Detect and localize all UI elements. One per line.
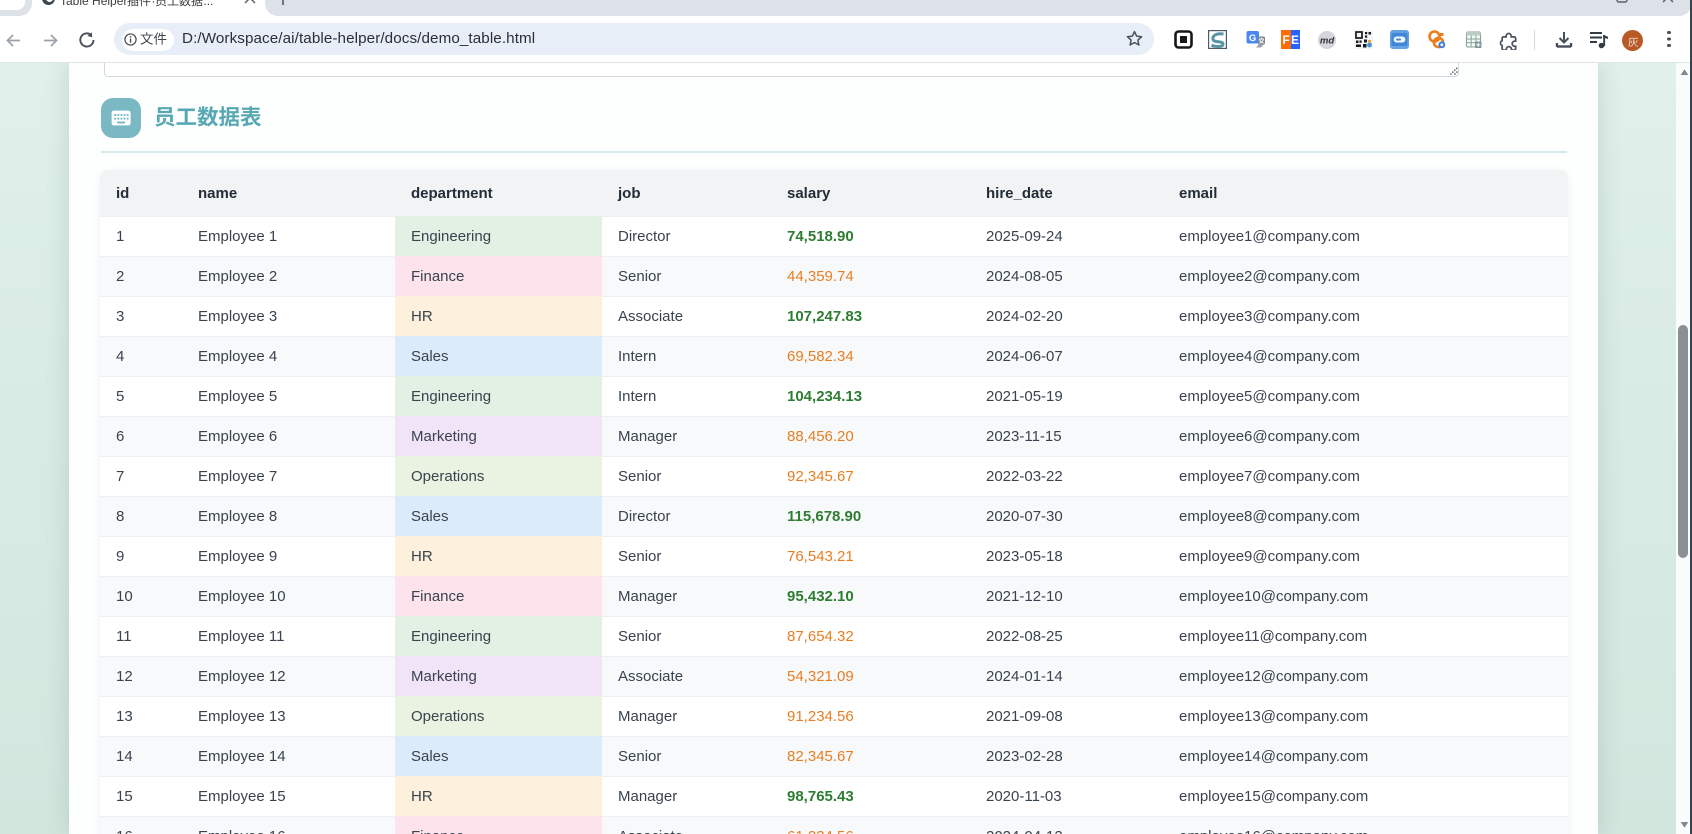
- svg-text:md: md: [1320, 36, 1334, 47]
- svg-text:G: G: [1249, 33, 1256, 44]
- svg-text:E: E: [1291, 33, 1299, 47]
- svg-text:F: F: [1282, 33, 1289, 47]
